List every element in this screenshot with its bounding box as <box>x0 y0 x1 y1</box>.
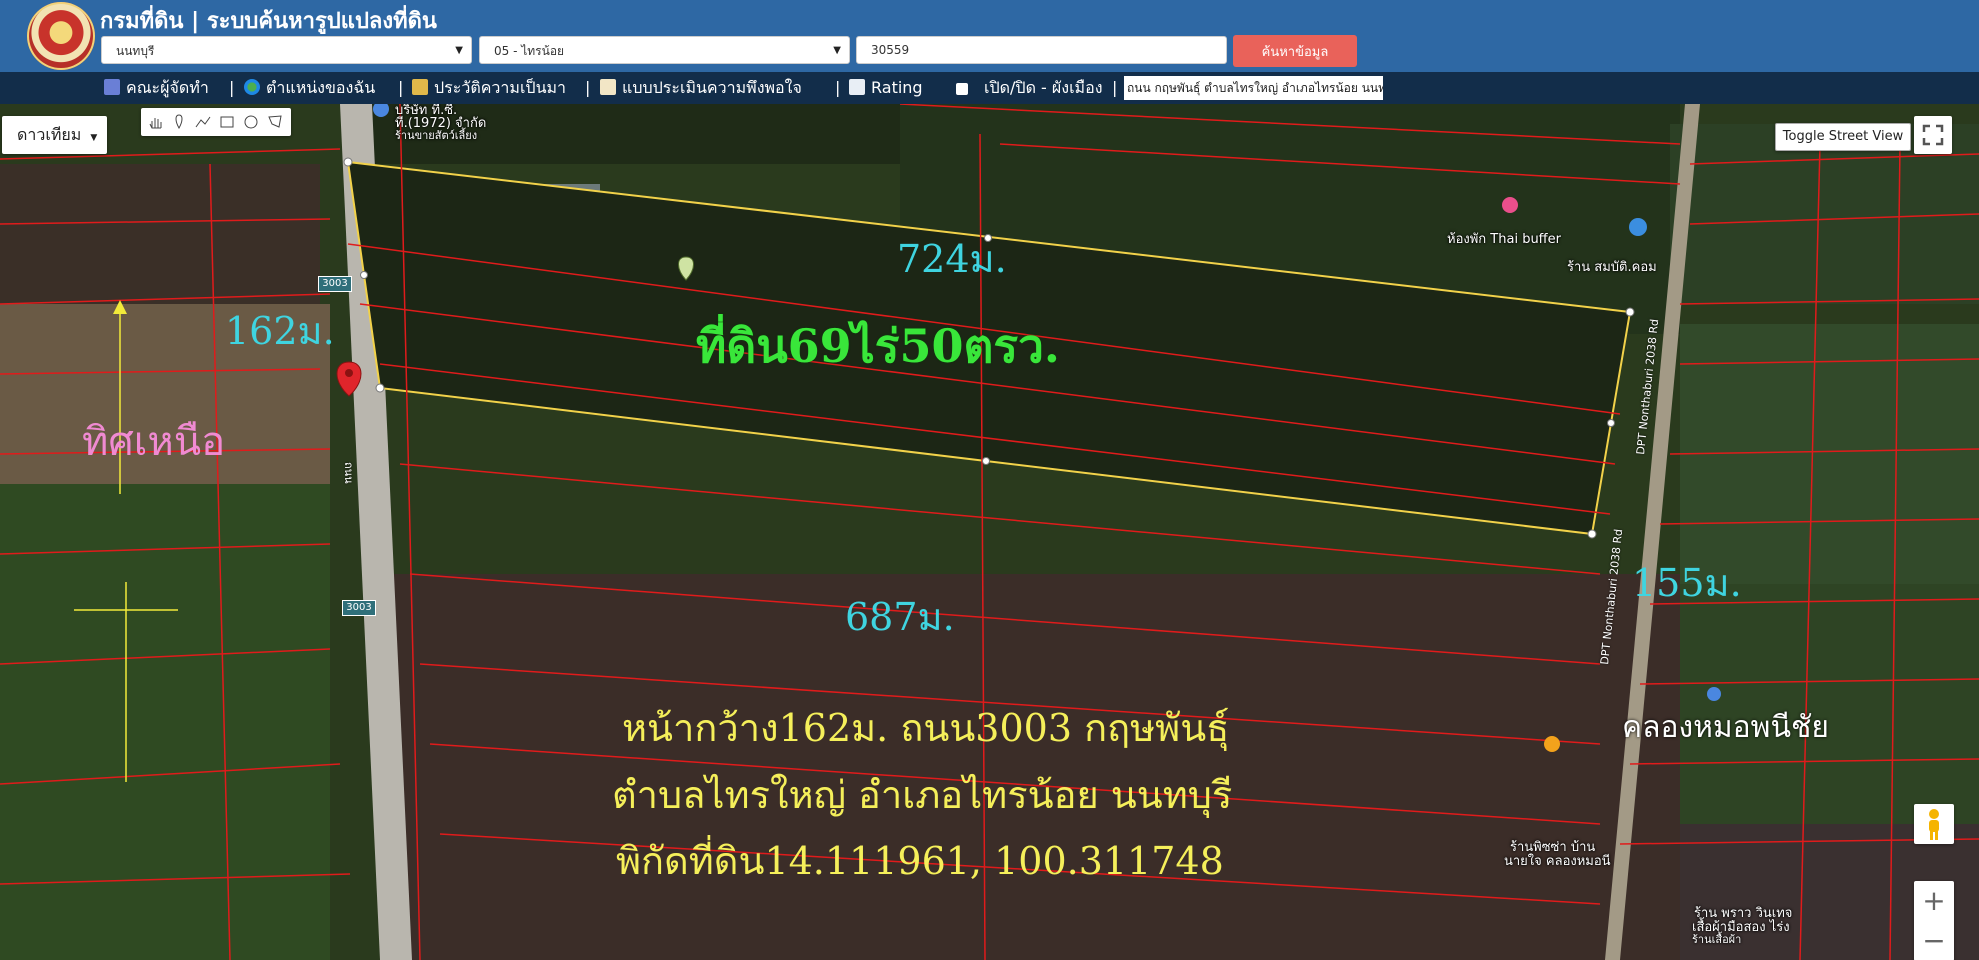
land-area-label: ที่ดิน69ไร่50ตรว. <box>696 319 1060 373</box>
coordinates-info: พิกัดที่ดิน14.111961, 100.311748 <box>616 839 1224 883</box>
nav-separator: | <box>1112 78 1118 97</box>
dimension-top: 724ม. <box>897 237 1007 281</box>
map-type-label: ดาวเทียม <box>17 125 82 144</box>
search-button[interactable]: ค้นหาข้อมูล <box>1233 35 1357 67</box>
frontage-info: หน้ากว้าง162ม. ถนน3003 กฤษพันธุ์ <box>622 706 1230 750</box>
road-shield-3003: 3003 <box>318 276 352 292</box>
team-icon <box>104 79 120 95</box>
location-info: ตำบลไทรใหญ่ อำเภอไทรน้อย นนทบุรี <box>612 773 1233 817</box>
nav-item-town-plan-toggle[interactable]: เปิด/ปิด - ผังเมือง <box>956 77 1103 99</box>
nav-item-label: แบบประเมินความพึงพอใจ <box>622 78 802 97</box>
page-title: กรมที่ดิน | ระบบค้นหารูปแปลงที่ดิน <box>100 9 437 34</box>
poi-hotel[interactable]: ห้องพัก Thai buffer <box>1447 228 1561 249</box>
poi-pizza-line2: นายใจ คลองหมอนี <box>1504 854 1611 869</box>
globe-icon <box>244 79 260 95</box>
nav-item-team[interactable]: คณะผู้จัดทำ <box>104 77 209 99</box>
dimension-bottom: 687ม. <box>845 595 955 639</box>
fullscreen-icon <box>1922 124 1944 146</box>
chart-icon <box>849 79 865 95</box>
nav-item-my-location[interactable]: ตำแหน่งของฉัน <box>244 77 375 99</box>
nav-item-label: คณะผู้จัดทำ <box>126 78 209 97</box>
district-select-value: 05 - ไทรน้อย <box>494 44 565 58</box>
nav-separator: | <box>585 78 591 97</box>
zoom-out-button[interactable]: − <box>1914 921 1954 960</box>
canal-label: คลองหมอพนีชัย <box>1622 710 1829 745</box>
history-icon <box>412 79 428 95</box>
drawing-toolbar <box>141 108 291 136</box>
nav-separator: | <box>398 78 404 97</box>
form-icon <box>600 79 616 95</box>
province-select[interactable]: นนทบุรี ▼ <box>101 36 472 64</box>
nav-item-label: เปิด/ปิด - ผังเมือง <box>984 78 1103 97</box>
polyline-icon[interactable] <box>195 114 211 130</box>
pegman-icon <box>1929 809 1939 840</box>
nav-separator: | <box>835 78 841 97</box>
dimension-right: 155ม. <box>1632 561 1742 605</box>
satellite-map[interactable]: ทิศเหนือ 724ม. 162ม. 155ม. 687ม. ที่ดิน6… <box>0 104 1979 960</box>
parcel-number-input[interactable] <box>856 36 1227 64</box>
caret-down-icon: ▼ <box>455 45 463 56</box>
street-view-pegman[interactable] <box>1914 804 1954 844</box>
district-select[interactable]: 05 - ไทรน้อย ▼ <box>479 36 850 64</box>
polygon-icon[interactable] <box>267 114 283 130</box>
nav-item-label: Rating <box>871 78 923 97</box>
poi-clothing-shop: ร้านเสื้อผ้า <box>1692 933 1742 946</box>
rectangle-icon[interactable] <box>219 114 235 130</box>
hand-icon[interactable] <box>147 114 163 130</box>
province-select-value: นนทบุรี <box>116 44 155 58</box>
fullscreen-button[interactable] <box>1914 116 1952 154</box>
header-bar: กรมที่ดิน | ระบบค้นหารูปแปลงที่ดิน นนทบุ… <box>0 0 1979 72</box>
checkbox-icon[interactable] <box>956 83 968 95</box>
toggle-street-view-button[interactable]: Toggle Street View <box>1775 123 1911 151</box>
circle-icon[interactable] <box>243 114 259 130</box>
poi-company-line3: ร้านขายสัตว์เลี้ยง <box>395 129 478 142</box>
nav-item-label: ตำแหน่งของฉัน <box>266 78 376 97</box>
caret-down-icon: ▼ <box>833 45 841 56</box>
map-type-button[interactable]: ดาวเทียม ▼ <box>2 116 107 154</box>
zoom-controls: + − <box>1914 881 1954 960</box>
nav-item-survey[interactable]: แบบประเมินความพึงพอใจ <box>600 77 802 99</box>
road-label-thai: ถนน <box>342 462 355 484</box>
marker-icon[interactable] <box>171 114 187 130</box>
nav-item-label: ประวัติความเป็นมา <box>434 78 567 97</box>
north-label: ทิศเหนือ <box>82 419 226 465</box>
nav-separator: | <box>229 78 235 97</box>
dimension-left: 162ม. <box>225 309 335 353</box>
address-display: ถนน กฤษพันธุ์ ตำบลไทรใหญ่ อำเภอไทรน้อย น… <box>1124 76 1383 100</box>
department-logo <box>27 2 95 70</box>
caret-down-icon: ▼ <box>90 133 98 143</box>
zoom-in-button[interactable]: + <box>1914 881 1954 921</box>
nav-item-rating[interactable]: Rating <box>849 77 923 99</box>
poi-shop[interactable]: ร้าน สมบัติ.คอม <box>1567 256 1657 277</box>
nav-bar: คณะผู้จัดทำ | ตำแหน่งของฉัน | ประวัติควา… <box>0 72 1979 104</box>
nav-item-history[interactable]: ประวัติความเป็นมา <box>412 77 566 99</box>
road-shield-3003: 3003 <box>342 600 376 616</box>
